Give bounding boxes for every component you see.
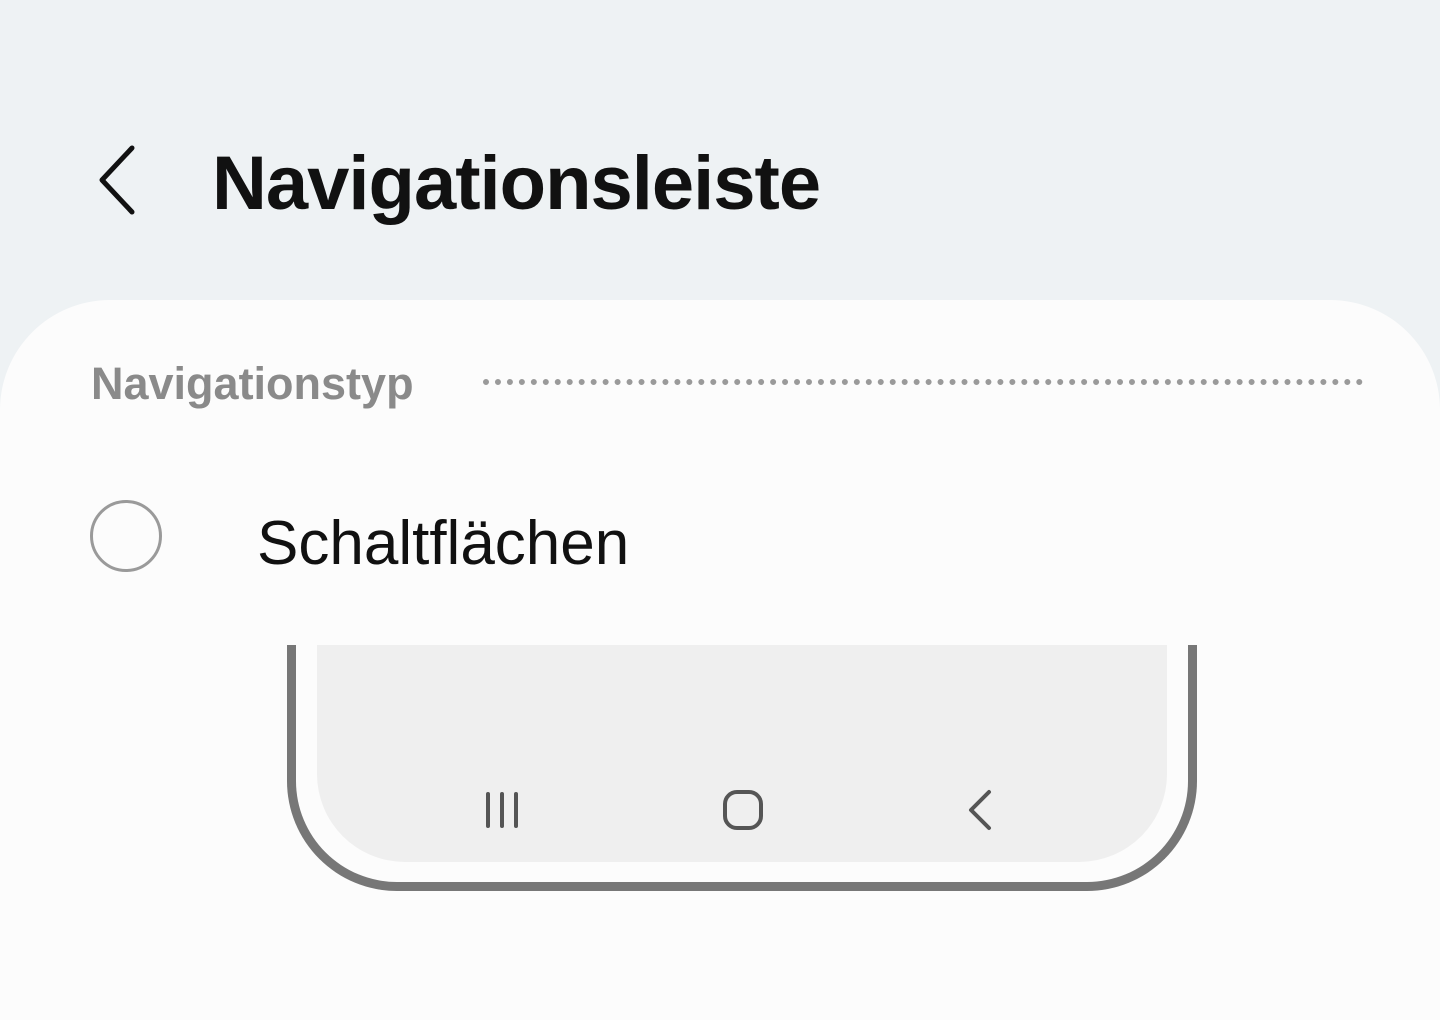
- back-button[interactable]: [80, 130, 156, 230]
- back-icon: [969, 790, 991, 830]
- back-key: [941, 775, 1021, 845]
- page-title: Navigationsleiste: [212, 141, 821, 226]
- recents-icon: [486, 792, 518, 828]
- section-header: Navigationstyp: [91, 352, 1371, 416]
- dotted-divider: [483, 379, 1363, 385]
- chevron-left-icon: [99, 145, 135, 215]
- navbar-preview[interactable]: [287, 645, 1197, 891]
- section-label: Navigationstyp: [91, 358, 414, 409]
- radio-button[interactable]: [90, 500, 162, 572]
- home-icon: [723, 790, 763, 830]
- option-label: Schaltflächen: [257, 509, 630, 578]
- home-key: [703, 775, 783, 845]
- settings-card: Navigationstyp Schaltflächen: [0, 300, 1440, 1020]
- app-header: Navigationsleiste: [0, 0, 1440, 300]
- preview-navbar: [317, 775, 1167, 845]
- preview-clip: [287, 645, 1197, 891]
- option-buttons[interactable]: Schaltflächen: [0, 456, 1440, 626]
- recents-key: [464, 775, 544, 845]
